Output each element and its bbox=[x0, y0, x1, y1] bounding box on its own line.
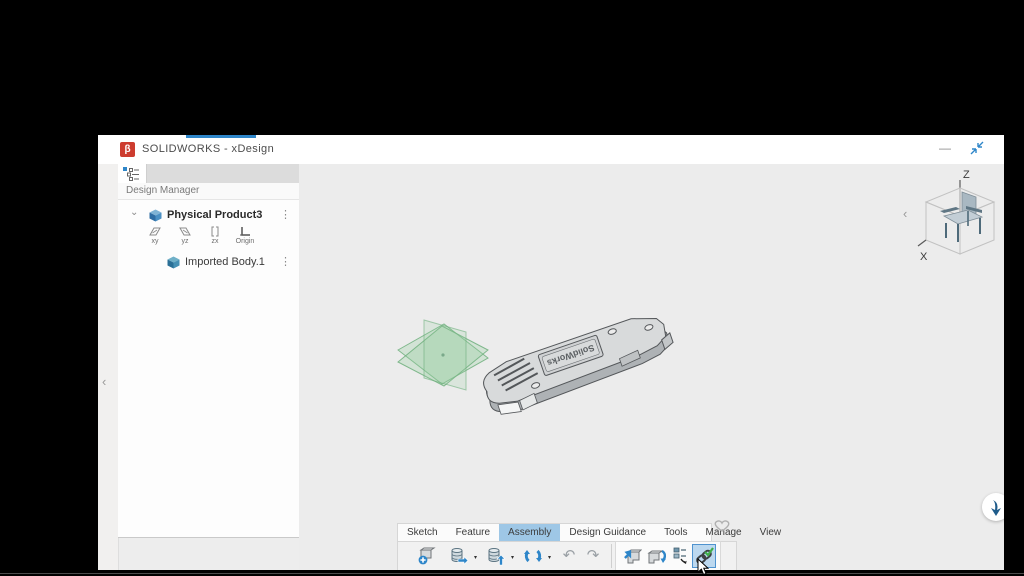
save-to-database-button[interactable]: ▾ bbox=[484, 544, 514, 568]
plane-yz-icon bbox=[179, 227, 191, 236]
redo-icon: ↷ bbox=[586, 547, 600, 564]
plane-zx-icon bbox=[211, 226, 219, 237]
tree-list-icon bbox=[123, 167, 139, 181]
tab-assembly[interactable]: Assembly bbox=[499, 524, 561, 541]
ribbon-tab-bar: Sketch Feature Assembly Design Guidance … bbox=[397, 523, 781, 542]
imported-body-context-menu-icon[interactable]: ⋮ bbox=[280, 255, 291, 269]
plane-yz-label: yz bbox=[181, 238, 189, 245]
plane-origin[interactable]: Origin bbox=[230, 226, 260, 245]
dropdown-caret[interactable]: ▾ bbox=[511, 554, 514, 561]
plane-xy-icon bbox=[149, 227, 161, 236]
plane-xy[interactable]: xy bbox=[140, 226, 170, 245]
replace-component-icon bbox=[647, 549, 666, 564]
plane-zx[interactable]: zx bbox=[200, 226, 230, 245]
origin-axes-icon bbox=[240, 227, 250, 236]
plane-zx-label: zx bbox=[211, 238, 219, 245]
tree-row-root[interactable]: ⌄ Physical Product3 ⋮ bbox=[118, 206, 299, 224]
plane-xy-label: xy bbox=[151, 238, 159, 245]
minimize-button[interactable]: — bbox=[936, 141, 954, 157]
component-pattern-icon bbox=[673, 547, 687, 564]
body-cube-icon bbox=[167, 256, 180, 269]
chair-orientation-icon bbox=[940, 191, 984, 242]
update-button[interactable]: ▾ bbox=[521, 544, 551, 568]
panel-header: Design Manager bbox=[118, 183, 299, 200]
dropdown-caret[interactable]: ▾ bbox=[548, 554, 551, 561]
dropdown-caret[interactable]: ▾ bbox=[474, 554, 477, 561]
root-context-menu-icon[interactable]: ⋮ bbox=[280, 208, 291, 222]
new-component-icon bbox=[418, 547, 436, 565]
insert-new-component-button[interactable] bbox=[414, 544, 438, 568]
open-from-database-button[interactable]: ▾ bbox=[447, 544, 477, 568]
exit-fullscreen-button[interactable] bbox=[970, 141, 988, 157]
tab-tools[interactable]: Tools bbox=[655, 524, 696, 541]
tab-view[interactable]: View bbox=[751, 524, 791, 541]
collapse-arrows-icon bbox=[970, 141, 984, 155]
tab-sketch[interactable]: Sketch bbox=[398, 524, 447, 541]
root-node-label[interactable]: Physical Product3 bbox=[167, 209, 262, 221]
tab-design-guidance[interactable]: Design Guidance bbox=[560, 524, 655, 541]
toolbar-separator bbox=[611, 544, 612, 568]
undo-icon: ↶ bbox=[562, 547, 576, 564]
design-manager-panel: Design Manager ⌄ Physical Product3 ⋮ xy bbox=[118, 164, 300, 538]
viewcube-z-label: Z bbox=[963, 169, 970, 181]
viewcube-x-label: X bbox=[920, 251, 928, 263]
redo-button[interactable]: ↷ bbox=[581, 544, 605, 568]
viewcube-collapse-chevron[interactable]: ‹ bbox=[903, 206, 907, 221]
expand-chevron-icon[interactable]: ⌄ bbox=[130, 207, 138, 218]
component-cube-icon bbox=[149, 209, 162, 222]
help-fab-button[interactable] bbox=[982, 493, 1004, 521]
plane-yz[interactable]: yz bbox=[170, 226, 200, 245]
panel-collapse-chevron[interactable]: ‹ bbox=[102, 374, 106, 389]
solidworks-logo-icon: β bbox=[120, 142, 135, 157]
tab-feature[interactable]: Feature bbox=[447, 524, 499, 541]
refresh-icon bbox=[524, 549, 542, 563]
insert-component-icon bbox=[624, 549, 642, 564]
insert-component-button[interactable] bbox=[620, 544, 644, 568]
left-rail: ‹ bbox=[98, 164, 119, 570]
model-3d-body[interactable]: SolidWorks bbox=[468, 300, 683, 425]
panel-tabstrip bbox=[118, 164, 299, 183]
progress-accent-bar bbox=[186, 135, 256, 138]
tree-row-imported-body[interactable]: Imported Body.1 ⋮ bbox=[118, 253, 299, 271]
design-manager-tab[interactable] bbox=[118, 164, 147, 183]
database-export-icon bbox=[451, 548, 469, 566]
reference-planes-row: xy yz zx Origin bbox=[118, 226, 299, 254]
favorites-heart-icon[interactable] bbox=[713, 519, 731, 533]
fab-arrow-icon bbox=[991, 500, 1001, 516]
screen-bottom-line bbox=[0, 573, 1024, 574]
imported-body-label[interactable]: Imported Body.1 bbox=[185, 256, 265, 268]
undo-button[interactable]: ↶ bbox=[557, 544, 581, 568]
replace-component-button[interactable] bbox=[644, 544, 668, 568]
graphics-viewport[interactable]: SolidWorks ‹ Z X Sketch Feature Assembly… bbox=[299, 164, 1004, 570]
panel-title: Design Manager bbox=[126, 185, 200, 196]
origin-label: Origin bbox=[235, 238, 255, 245]
component-pattern-button[interactable] bbox=[668, 544, 692, 568]
view-cube[interactable]: Z X bbox=[914, 166, 1004, 270]
window-title: SOLIDWORKS - xDesign bbox=[142, 143, 275, 155]
ribbon-tool-bar: ▾ ▾ ▾ ↶ ↷ bbox=[397, 541, 737, 570]
xdesign-window: β SOLIDWORKS - xDesign — ‹ Design Manage… bbox=[98, 135, 1004, 570]
mouse-cursor bbox=[697, 558, 709, 576]
titlebar: β SOLIDWORKS - xDesign — bbox=[98, 135, 1004, 165]
database-upload-icon bbox=[488, 548, 506, 566]
